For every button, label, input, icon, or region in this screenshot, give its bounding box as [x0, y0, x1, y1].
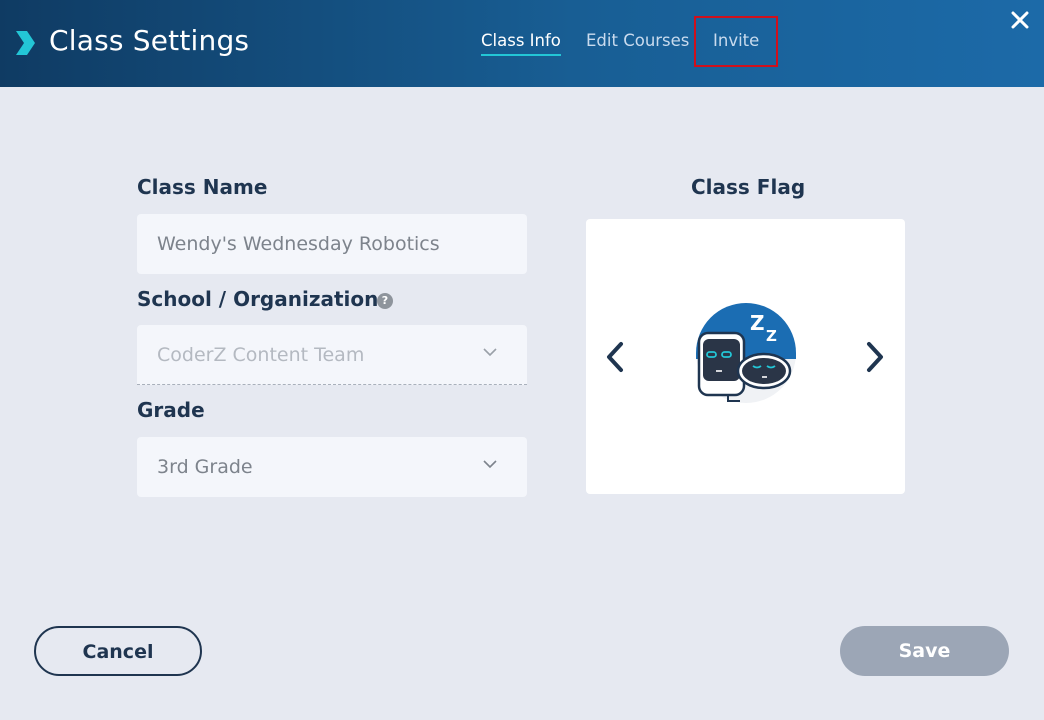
grade-label: Grade — [137, 398, 205, 422]
tab-label: Class Info — [481, 31, 561, 50]
class-flag-card: Z Z — [586, 219, 905, 494]
grade-value: 3rd Grade — [157, 456, 253, 478]
save-button[interactable]: Save — [840, 626, 1009, 676]
close-icon[interactable] — [1008, 8, 1032, 32]
chevron-right-icon[interactable] — [864, 341, 886, 373]
school-label: School / Organization — [137, 287, 379, 311]
class-name-label: Class Name — [137, 175, 268, 199]
invite-highlight-box — [694, 16, 778, 67]
active-tab-underline — [481, 54, 561, 56]
cancel-button[interactable]: Cancel — [34, 626, 202, 676]
tab-class-info[interactable]: Class Info — [481, 31, 561, 56]
school-value: CoderZ Content Team — [157, 344, 365, 366]
svg-text:Z: Z — [750, 311, 765, 335]
tab-edit-courses[interactable]: Edit Courses — [586, 31, 689, 50]
grade-select[interactable]: 3rd Grade — [137, 437, 527, 497]
chevron-right-icon — [16, 31, 35, 55]
header-bar: Class Settings Class Info Edit Courses I… — [0, 0, 1044, 87]
class-flag-label: Class Flag — [691, 175, 806, 199]
chevron-left-icon[interactable] — [604, 341, 626, 373]
class-name-input[interactable]: Wendy's Wednesday Robotics — [137, 214, 527, 274]
class-name-value: Wendy's Wednesday Robotics — [157, 233, 440, 255]
page-title: Class Settings — [49, 24, 250, 57]
question-circle-icon[interactable]: ? — [377, 293, 393, 309]
chevron-down-icon — [483, 460, 497, 469]
school-select: CoderZ Content Team — [137, 325, 527, 385]
chevron-down-icon — [483, 348, 497, 357]
sleeping-robots-zz-icon: Z Z — [696, 303, 796, 403]
svg-text:Z: Z — [766, 327, 777, 345]
tab-label: Edit Courses — [586, 31, 690, 50]
